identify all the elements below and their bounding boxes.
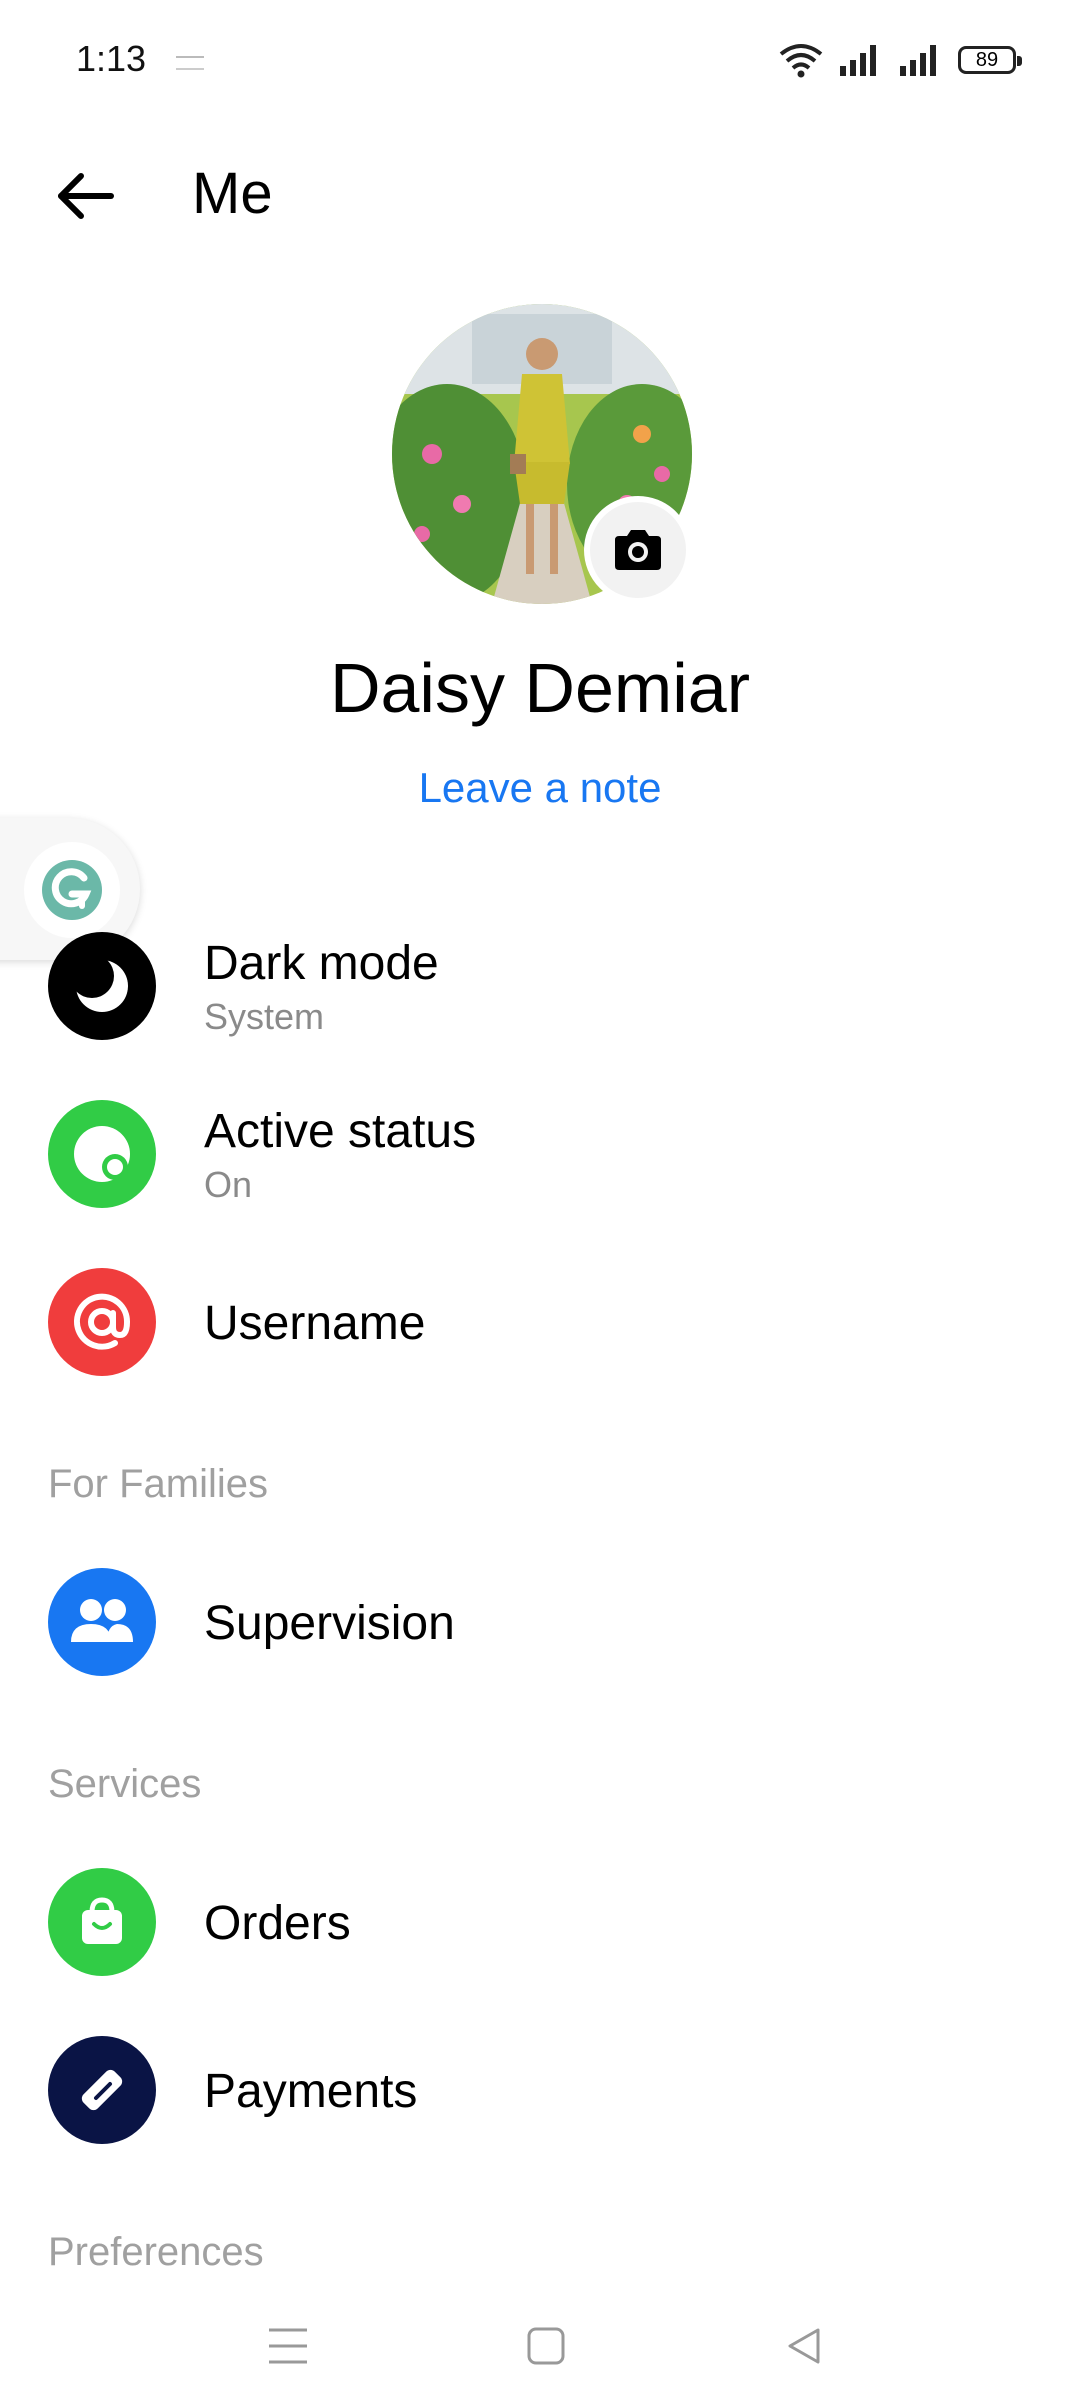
row-title: Username (204, 1297, 426, 1350)
row-title: Payments (204, 2065, 418, 2118)
row-subtitle: On (204, 1164, 253, 1205)
notification-icon (176, 56, 204, 70)
orders-row[interactable]: Orders (48, 1868, 1048, 1978)
battery-icon: 89 (958, 46, 1022, 74)
at-sign-icon (48, 1268, 156, 1376)
section-header-preferences: Preferences (48, 2230, 264, 2274)
home-button[interactable] (516, 2316, 576, 2376)
status-time: 1:13 (76, 38, 147, 79)
active-status-icon (48, 1100, 156, 1208)
triangle-back-icon (788, 2328, 820, 2364)
shopping-bag-icon (48, 1868, 156, 1976)
row-subtitle: System (204, 996, 325, 1037)
people-icon (48, 1568, 156, 1676)
signal-icon (900, 45, 936, 76)
back-button[interactable] (52, 166, 118, 226)
back-arrow-icon (58, 173, 114, 219)
active-status-row[interactable]: Active status On (48, 1100, 1048, 1210)
username-row[interactable]: Username (48, 1268, 1048, 1378)
supervision-row[interactable]: Supervision (48, 1568, 1048, 1678)
menu-icon (269, 2328, 307, 2364)
wifi-icon (779, 44, 823, 78)
section-header-families: For Families (48, 1462, 269, 1506)
signal-icon (840, 45, 876, 76)
row-title: Dark mode (204, 937, 439, 990)
page-title: Me (192, 161, 273, 226)
square-icon (527, 2327, 565, 2365)
dark-mode-row[interactable]: Dark mode System (48, 932, 1048, 1042)
grammarly-icon-container (24, 842, 120, 938)
profile-name: Daisy Demiar (329, 649, 751, 727)
recent-apps-button[interactable] (258, 2316, 318, 2376)
payments-row[interactable]: Payments (48, 2036, 1048, 2146)
header: Me (0, 140, 1080, 250)
moon-icon (48, 932, 156, 1040)
row-title: Orders (204, 1897, 351, 1950)
leave-a-note-link[interactable]: Leave a note (0, 764, 1080, 812)
change-photo-button[interactable] (584, 496, 692, 604)
battery-level: 89 (975, 48, 999, 71)
grammarly-icon (42, 860, 102, 920)
status-icons: 89 (778, 40, 1022, 80)
section-header-services: Services (48, 1762, 202, 1806)
profile-avatar-container (392, 304, 692, 604)
system-nav-bar (0, 2290, 1080, 2400)
status-bar: 1:13 89 (0, 0, 1080, 120)
row-title: Active status (204, 1105, 477, 1158)
camera-icon (615, 530, 661, 570)
payment-tag-icon (48, 2036, 156, 2144)
back-nav-button[interactable] (774, 2316, 834, 2376)
row-title: Supervision (204, 1597, 455, 1650)
